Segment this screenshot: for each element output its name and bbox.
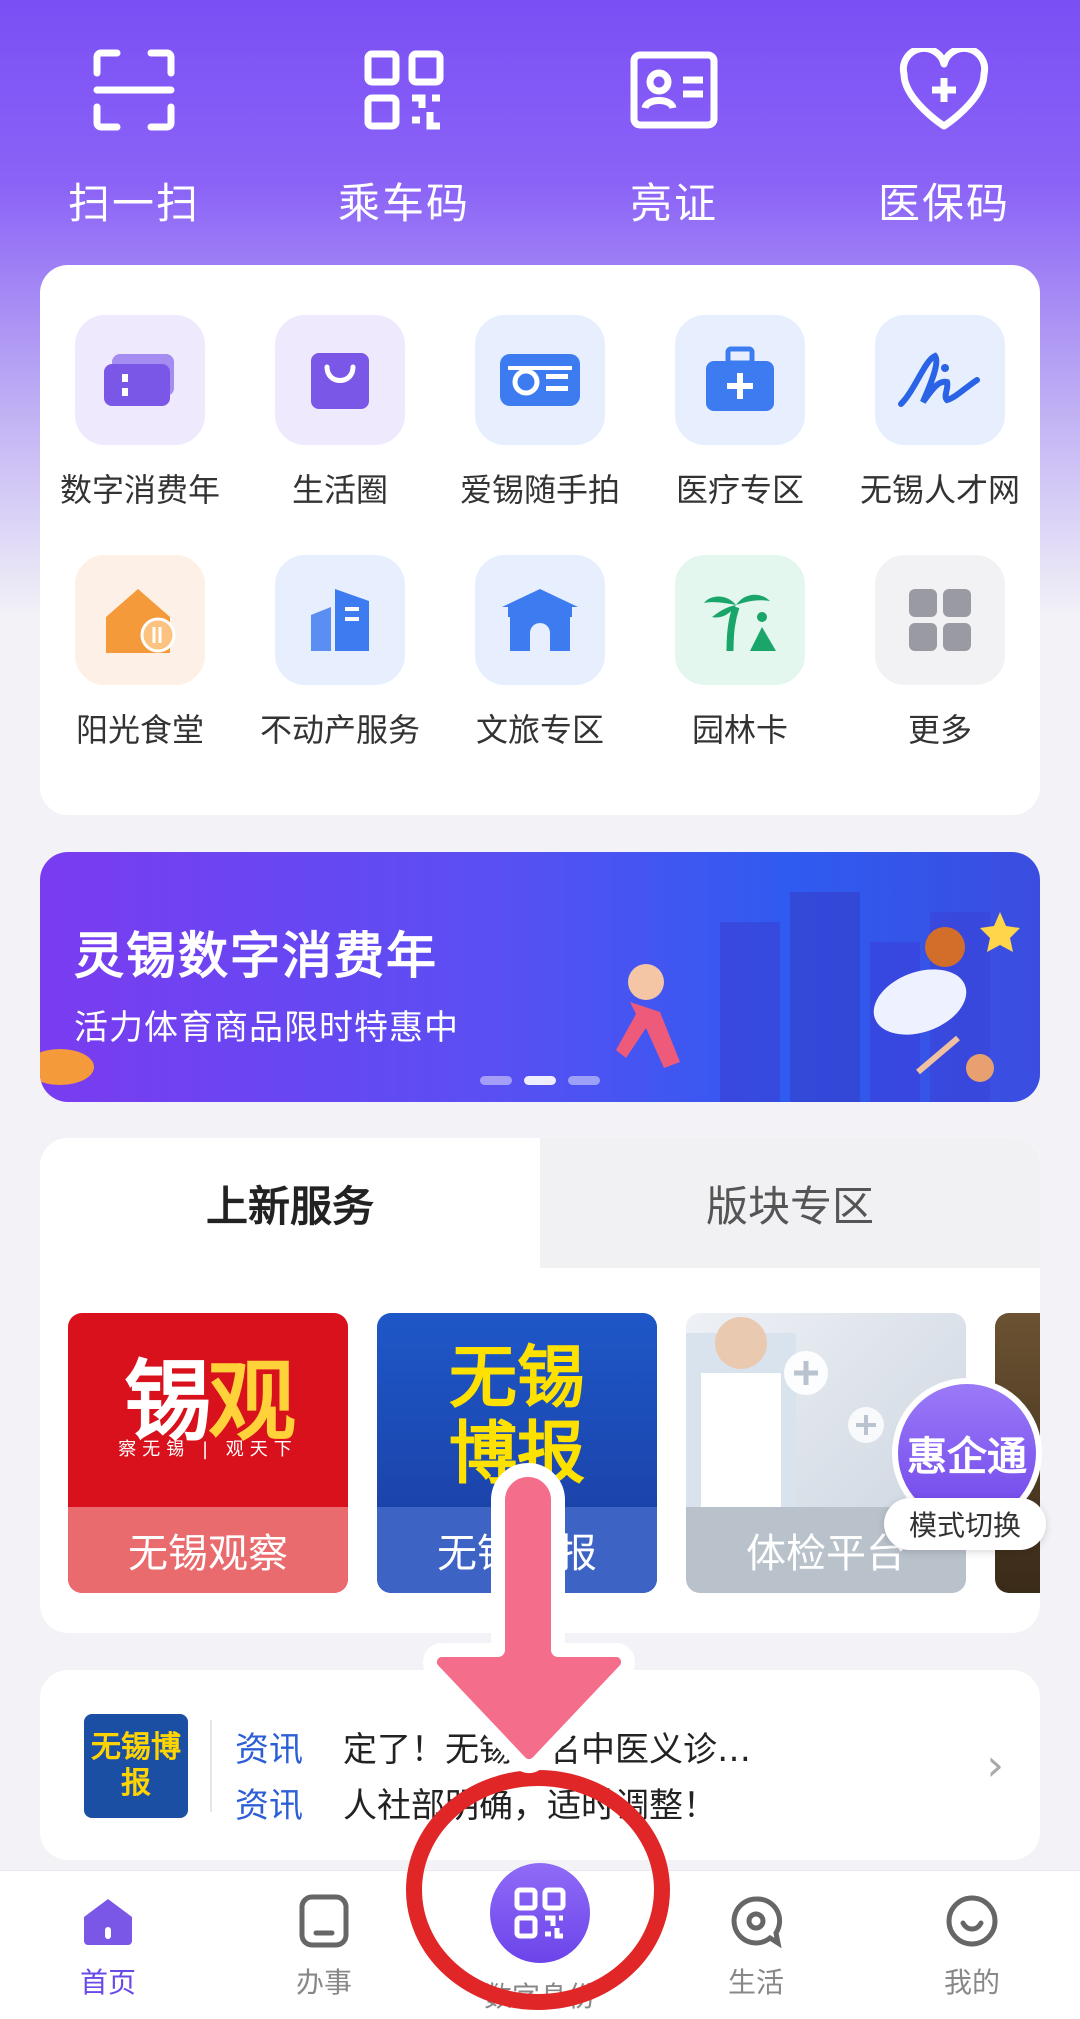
nav-home[interactable]: 首页 (28, 1893, 188, 2001)
shopping-bag-icon (275, 315, 405, 445)
service-label: 园林卡 (691, 711, 788, 749)
service-card-art-subtitle: 察无锡 | 观天下 (118, 1439, 298, 1460)
bottom-nav: 首页 办事 数字身份 生活 我的 (0, 1863, 1080, 2019)
news-item[interactable]: 资讯 人社部明确，适时调整！ (235, 1778, 717, 1827)
service-talent[interactable]: 无锡人才网 (840, 315, 1040, 511)
service-digital-consumption[interactable]: 数字消费年 (40, 315, 240, 511)
quick-action-label: 乘车码 (337, 179, 470, 228)
service-label: 爱锡随手拍 (459, 471, 620, 509)
service-label: 无锡人才网 (859, 471, 1020, 509)
service-snapshot[interactable]: 爱锡随手拍 (440, 315, 640, 511)
nav-label: 生活 (727, 1966, 784, 1999)
pavilion-icon (475, 555, 605, 685)
service-card-label: 无锡博报 (377, 1507, 657, 1593)
quick-action-medical-insurance[interactable]: 医保码 (844, 40, 1044, 231)
quick-action-show-id[interactable]: 亮证 (574, 40, 774, 231)
nav-tasks[interactable]: 办事 (244, 1893, 404, 2001)
service-label: 医疗专区 (675, 471, 804, 509)
service-label: 更多 (907, 711, 972, 749)
building-icon (275, 555, 405, 685)
heart-plus-icon (894, 40, 994, 140)
nav-label: 办事 (295, 1966, 352, 1999)
new-services-card: 上新服务 版块专区 锡观 察无锡 | 观天下 无锡观察 无锡博报 无锡博报 体检… (40, 1138, 1040, 1633)
quick-action-label: 亮证 (629, 179, 718, 228)
palm-tree-icon (675, 555, 805, 685)
banner-pagination (480, 1076, 600, 1085)
service-card-wuxi-bobao[interactable]: 无锡博报 无锡博报 (377, 1313, 657, 1593)
tab-bar: 上新服务 版块专区 (40, 1138, 1040, 1268)
service-label: 文旅专区 (475, 711, 604, 749)
signature-icon (875, 315, 1005, 445)
news-text: 定了！无锡市名中医义诊… (343, 1730, 751, 1770)
chevron-right-icon[interactable]: › (986, 1740, 1004, 1791)
service-label: 数字消费年 (59, 471, 220, 509)
banner-subtitle: 活力体育商品限时特惠中 (74, 1008, 459, 1048)
news-logo-text: 无锡博报 (91, 1730, 181, 1801)
service-card-wuxi-observe[interactable]: 锡观 察无锡 | 观天下 无锡观察 (68, 1313, 348, 1593)
nav-mine[interactable]: 我的 (892, 1893, 1052, 2001)
news-text: 人社部明确，适时调整！ (343, 1786, 717, 1826)
service-garden-card[interactable]: 园林卡 (640, 555, 840, 751)
tasks-icon (299, 1894, 349, 1948)
quick-action-label: 医保码 (877, 179, 1010, 228)
banner-dot-active (524, 1076, 556, 1085)
more-grid-icon (875, 555, 1005, 685)
service-culture-tourism[interactable]: 文旅专区 (440, 555, 640, 751)
banner-dot (480, 1076, 512, 1085)
medical-kit-icon (675, 315, 805, 445)
service-medical[interactable]: 医疗专区 (640, 315, 840, 511)
id-card-icon (624, 40, 724, 140)
news-tag: 资讯 (235, 1730, 303, 1770)
news-item[interactable]: 资讯 定了！无锡市名中医义诊… (235, 1722, 751, 1771)
scan-icon (84, 40, 184, 140)
nav-label: 首页 (79, 1966, 136, 1999)
house-fork-icon (75, 555, 205, 685)
nav-label: 我的 (943, 1966, 1000, 1999)
ticket-icon (75, 315, 205, 445)
news-ticker[interactable]: 无锡博报 资讯 定了！无锡市名中医义诊… 资讯 人社部明确，适时调整！ › (40, 1670, 1040, 1860)
service-card-label: 无锡观察 (68, 1507, 348, 1593)
qr-code-icon (354, 40, 454, 140)
qr-code-icon (514, 1887, 566, 1939)
service-grid: 数字消费年 生活圈 爱锡随手拍 医疗专区 无锡人才网 阳光食堂 不动产服务 文旅… (40, 265, 1040, 815)
chat-location-icon (731, 1896, 783, 1949)
mode-switch-label[interactable]: 模式切换 (884, 1498, 1046, 1550)
news-tag: 资讯 (235, 1786, 303, 1826)
service-label: 生活圈 (291, 471, 388, 509)
home-icon (84, 1899, 132, 1945)
service-life-circle[interactable]: 生活圈 (240, 315, 440, 511)
nav-life[interactable]: 生活 (676, 1893, 836, 2001)
news-logo: 无锡博报 (84, 1714, 188, 1818)
quick-action-scan[interactable]: 扫一扫 (34, 40, 234, 231)
service-more[interactable]: 更多 (840, 555, 1040, 751)
service-label: 阳光食堂 (75, 711, 204, 749)
quick-action-ride-code[interactable]: 乘车码 (304, 40, 504, 231)
service-card-art-text: 无锡博报 (448, 1339, 585, 1494)
news-divider (210, 1720, 212, 1812)
quick-actions: 扫一扫 乘车码 亮证 医保码 (0, 0, 1080, 250)
banner-dot (568, 1076, 600, 1085)
tab-sections[interactable]: 版块专区 (540, 1138, 1040, 1268)
service-real-estate[interactable]: 不动产服务 (240, 555, 440, 751)
promo-banner[interactable]: 灵锡数字消费年 活力体育商品限时特惠中 (40, 852, 1040, 1102)
smile-icon (946, 1895, 998, 1947)
service-sunshine-canteen[interactable]: 阳光食堂 (40, 555, 240, 751)
banner-title: 灵锡数字消费年 (74, 927, 438, 985)
tab-new-services[interactable]: 上新服务 (40, 1138, 540, 1268)
camera-card-icon (475, 315, 605, 445)
nav-digital-identity[interactable] (490, 1863, 590, 1963)
quick-action-label: 扫一扫 (67, 179, 200, 228)
service-label: 不动产服务 (259, 711, 420, 749)
nav-label: 数字身份 (483, 1980, 596, 2013)
